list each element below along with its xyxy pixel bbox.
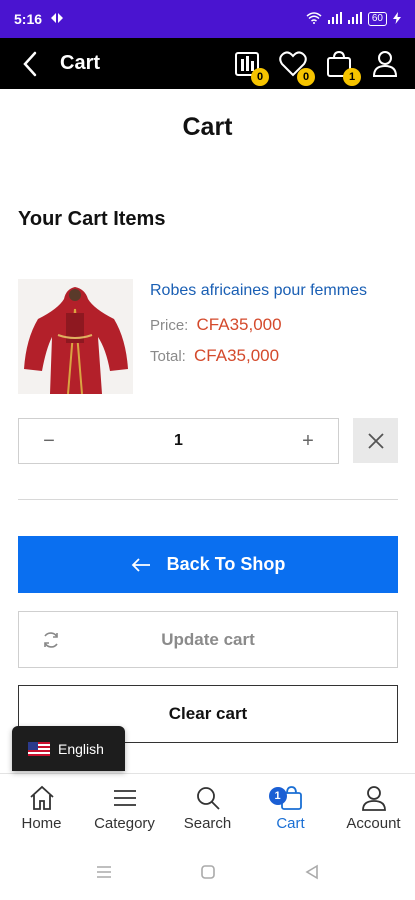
nav-cart-label: Cart: [276, 815, 305, 832]
compare-count-badge: 0: [251, 67, 269, 86]
home-square-icon: [200, 864, 215, 879]
bottom-navigation: Home Category Search 1 Cart Account: [0, 773, 415, 843]
refresh-icon: [44, 632, 58, 648]
data-saver-icon: [50, 12, 64, 27]
us-flag-icon: [28, 741, 50, 756]
price-row: Price: CFA35,000: [150, 315, 282, 335]
product-image[interactable]: [18, 279, 133, 394]
app-bar: Cart 0 0 1: [0, 38, 415, 89]
chevron-left-icon: [23, 51, 37, 76]
cart-header-button[interactable]: 1: [323, 48, 361, 86]
price-label: Price:: [150, 317, 189, 334]
quantity-increase-button[interactable]: +: [278, 419, 338, 463]
product-name-link[interactable]: Robes africaines pour femmes: [150, 282, 367, 300]
close-icon: [367, 432, 384, 449]
nav-home-label: Home: [21, 815, 62, 832]
menu-icon: [113, 790, 136, 806]
nav-account[interactable]: Account: [332, 774, 415, 843]
nav-cart[interactable]: 1 Cart: [249, 774, 332, 843]
user-icon: [372, 50, 398, 77]
quantity-decrease-button[interactable]: −: [19, 419, 79, 463]
user-icon: [361, 786, 386, 811]
wifi-icon: [306, 11, 322, 27]
wishlist-count-badge: 0: [297, 67, 315, 86]
nav-search[interactable]: Search: [166, 774, 249, 843]
nav-search-label: Search: [183, 815, 232, 832]
divider: [18, 499, 398, 500]
signal-icon-2: [347, 11, 362, 27]
total-label: Total:: [150, 348, 186, 365]
recent-apps-button[interactable]: [92, 860, 116, 884]
app-bar-title: Cart: [60, 52, 101, 74]
nav-home[interactable]: Home: [0, 774, 83, 843]
nav-category-label: Category: [94, 815, 155, 832]
page-title: Cart: [182, 113, 233, 141]
charging-icon: [393, 11, 401, 27]
status-icons: 60: [306, 11, 401, 27]
back-to-shop-label: Back To Shop: [166, 554, 286, 574]
nav-account-label: Account: [346, 815, 401, 832]
nav-category[interactable]: Category: [83, 774, 166, 843]
home-system-button[interactable]: [196, 860, 220, 884]
update-cart-button[interactable]: Update cart: [18, 611, 398, 668]
quantity-stepper: − 1 +: [18, 418, 339, 464]
nav-cart-badge: 1: [268, 787, 287, 805]
language-label: English: [58, 740, 104, 757]
total-value: CFA35,000: [194, 346, 280, 365]
update-cart-label: Update cart: [161, 629, 255, 649]
compare-button[interactable]: 0: [231, 48, 269, 86]
signal-icon: [327, 11, 342, 27]
back-button[interactable]: [8, 38, 52, 89]
wishlist-button[interactable]: 0: [277, 48, 315, 86]
app-bar-actions: 0 0 1: [231, 48, 401, 86]
back-system-button[interactable]: [300, 860, 324, 884]
remove-item-button[interactable]: [353, 418, 398, 463]
recent-apps-icon: [96, 865, 111, 878]
total-row: Total: CFA35,000: [150, 346, 279, 366]
search-icon: [196, 787, 220, 810]
back-triangle-icon: [304, 864, 318, 879]
language-selector[interactable]: English: [12, 726, 125, 771]
clear-cart-label: Clear cart: [168, 704, 248, 723]
arrow-left-icon: [131, 557, 150, 572]
status-time: 5:16: [14, 11, 43, 27]
quantity-value[interactable]: 1: [79, 432, 278, 450]
price-value: CFA35,000: [196, 315, 282, 334]
cart-count-badge: 1: [343, 67, 361, 86]
section-title: Your Cart Items: [18, 208, 166, 230]
home-icon: [29, 785, 54, 810]
status-bar: 5:16 60: [0, 0, 415, 38]
account-header-button[interactable]: [369, 48, 401, 80]
back-to-shop-button[interactable]: Back To Shop: [18, 536, 398, 593]
system-navigation: [0, 843, 415, 900]
battery-indicator: 60: [367, 12, 387, 26]
